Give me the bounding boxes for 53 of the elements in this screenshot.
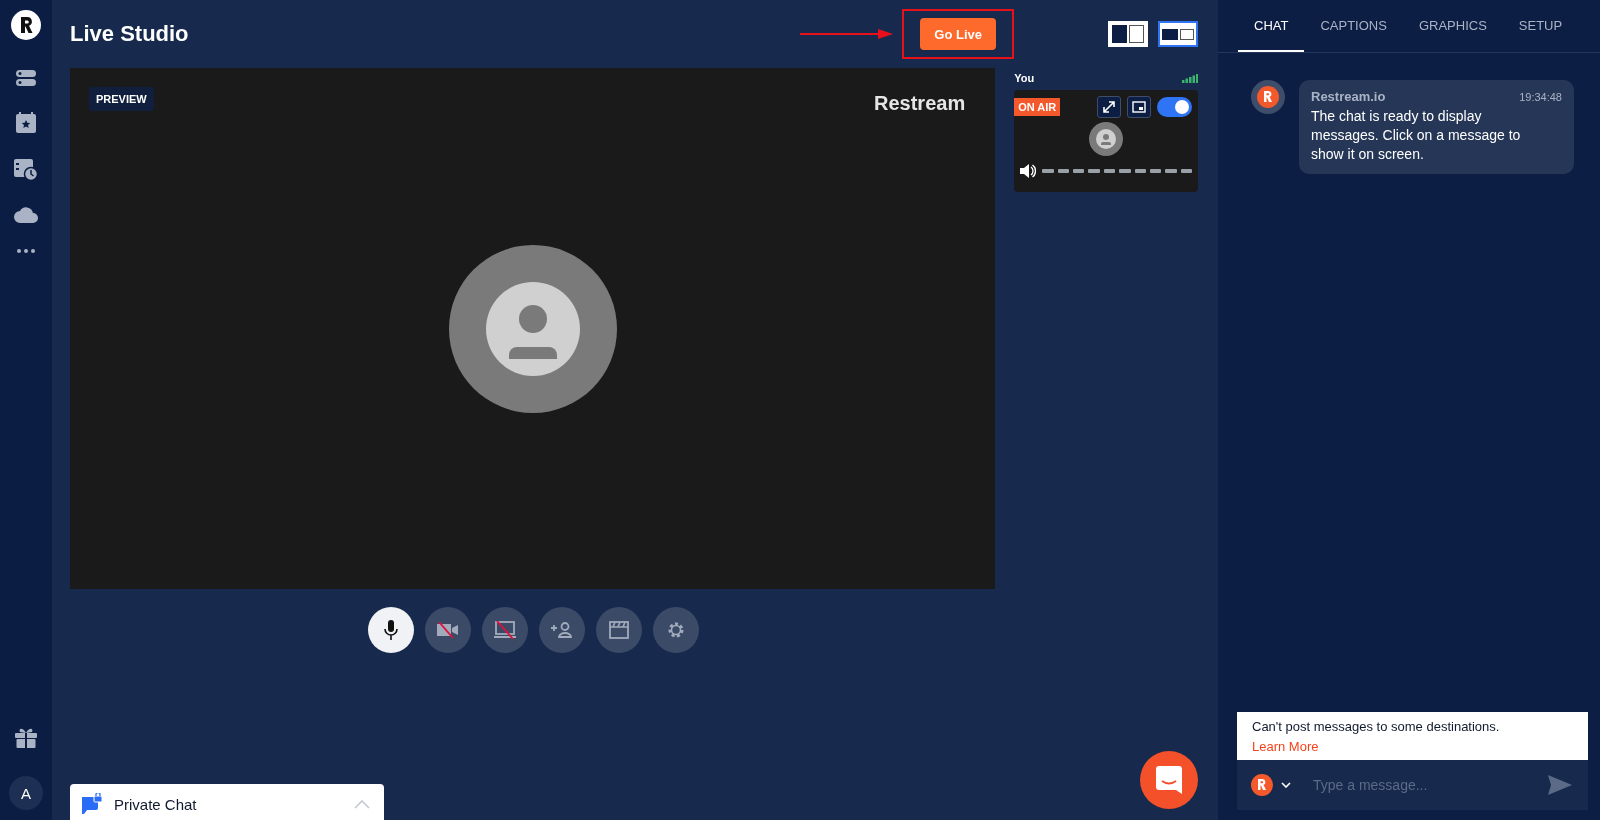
visibility-switch[interactable] (1157, 97, 1192, 117)
cloud-icon[interactable] (14, 207, 38, 223)
schedule-icon[interactable] (14, 159, 38, 181)
expand-button[interactable] (1097, 96, 1121, 118)
private-chat-label: Private Chat (114, 795, 197, 813)
invite-button[interactable] (538, 607, 585, 653)
watermark: Restream (874, 92, 966, 115)
expand-icon (1102, 100, 1116, 114)
chat-message[interactable]: Restream.io 19:34:48 The chat is ready to display messages. Click on a message to show it on screen. (1299, 80, 1574, 174)
chat-panel-tab[interactable]: CAPTIONS (1304, 0, 1403, 52)
chevron-up-icon (354, 799, 370, 809)
more-icon[interactable] (17, 249, 35, 253)
preview-badge: PREVIEW (89, 87, 154, 111)
picture-in-picture-button[interactable] (1127, 96, 1151, 118)
speaker-icon (1020, 164, 1037, 178)
gift-icon[interactable] (15, 727, 37, 748)
chevron-down-icon[interactable] (1281, 782, 1291, 788)
participant-name: You (1014, 72, 1035, 84)
chat-bubble-icon (1156, 766, 1182, 794)
toggles-icon[interactable] (16, 70, 36, 86)
message-input[interactable]: Type a message... (1311, 776, 1540, 794)
add-person-icon (550, 622, 573, 638)
learn-more-link[interactable]: Learn More (1252, 739, 1319, 754)
avatar-silhouette (1089, 122, 1124, 156)
support-chat-button[interactable] (1140, 751, 1198, 809)
chat-panel-tab[interactable]: CHAT (1238, 0, 1305, 52)
restream-logo-icon[interactable] (1251, 774, 1273, 796)
restream-avatar-icon (1251, 80, 1285, 114)
signal-icon (1182, 73, 1198, 83)
message-author: Restream.io (1311, 89, 1386, 104)
user-avatar[interactable]: A (9, 776, 43, 810)
scenes-button[interactable] (595, 607, 642, 653)
settings-button[interactable] (652, 607, 699, 653)
message-time: 19:34:48 (1519, 90, 1562, 103)
private-chat-icon (82, 793, 102, 815)
camera-off-icon (436, 622, 459, 638)
page-title: Live Studio (70, 21, 190, 47)
notice-text: Can't post messages to some destinations. (1252, 719, 1501, 734)
microphone-icon (383, 620, 398, 640)
mic-button[interactable] (367, 607, 414, 653)
send-icon[interactable] (1548, 775, 1572, 795)
on-air-badge: ON AIR (1014, 98, 1061, 116)
camera-button[interactable] (424, 607, 471, 653)
screen-button[interactable] (481, 607, 528, 653)
private-chat-bar[interactable]: Private Chat (70, 784, 384, 820)
chat-panel-tab[interactable]: SETUP (1502, 0, 1579, 52)
clapperboard-icon (608, 621, 629, 639)
picture-in-picture-icon (1132, 101, 1146, 113)
screen-share-off-icon (493, 621, 516, 639)
logo-icon[interactable] (11, 10, 41, 40)
chat-panel-tab[interactable]: GRAPHICS (1402, 0, 1503, 52)
layout-toggle[interactable] (1158, 21, 1198, 47)
message-text: The chat is ready to display messages. Click on a message to show it on screen. (1311, 107, 1522, 164)
